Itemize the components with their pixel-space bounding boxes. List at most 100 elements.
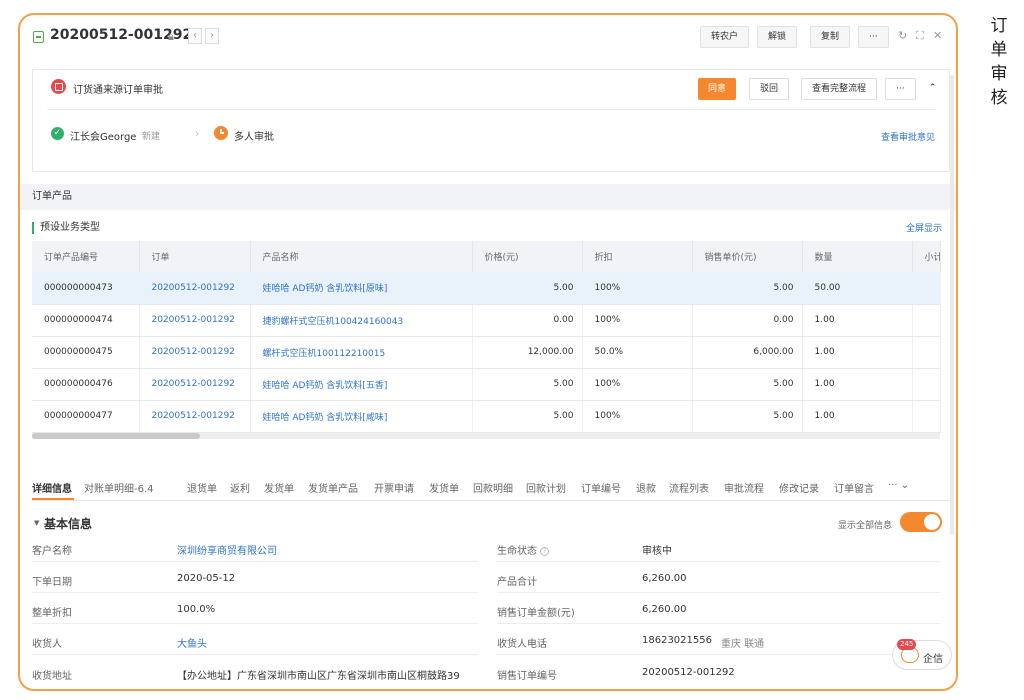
cell-product-link[interactable]: 螺杆式空压机100112210015 [250, 336, 473, 369]
detail-tabs: 详细信息 对账单明细-6.4 退货单 返利 发货单 发货单产品 开票申请 发货单… [32, 473, 950, 501]
cell-discount: 100% [582, 400, 693, 433]
view-approval-opinions-link[interactable]: 查看审批意见 [881, 130, 935, 143]
tab-change-log[interactable]: 修改记录 [779, 480, 819, 495]
cell-code: 000000000476 [32, 368, 140, 401]
divider [497, 561, 940, 562]
tab-process-list[interactable]: 流程列表 [669, 480, 709, 495]
agree-button[interactable]: 同意 [698, 78, 737, 100]
cell-product-link[interactable]: 娃哈哈 AD钙奶 含乳饮料[咸味] [250, 400, 473, 433]
cell-order-link[interactable]: 20200512-001292 [139, 400, 251, 433]
cell-order-link[interactable]: 20200512-001292 [139, 336, 251, 369]
tab-order-message[interactable]: 订单留言 [834, 480, 874, 495]
cell-product-link[interactable]: 娃哈哈 AD钙奶 含乳饮料[五香] [250, 368, 473, 401]
caret-down-icon[interactable]: ▼ [34, 519, 39, 527]
reject-button[interactable]: 驳回 [749, 78, 790, 100]
tab-payment-plan[interactable]: 回款计划 [526, 480, 566, 495]
cell-price: 0.00 [472, 304, 583, 337]
field-label: 产品合计 [497, 577, 537, 588]
expand-icon[interactable]: ⛶ [916, 29, 924, 43]
tab-shipment[interactable]: 发货单 [264, 480, 294, 495]
help-icon[interactable]: ? [540, 546, 549, 556]
scrollbar-thumb[interactable] [32, 433, 200, 439]
tab-shipment-products[interactable]: 发货单产品 [308, 480, 358, 495]
cell-unit-price: 5.00 [692, 272, 803, 305]
cell-subtotal [912, 368, 941, 401]
tab-invoice-request[interactable]: 开票申请 [374, 480, 414, 495]
order-amount-value: 6,260.00 [642, 604, 687, 615]
show-all-toggle[interactable] [900, 512, 942, 532]
basic-info-title: 基本信息 [44, 517, 93, 531]
field-label: 整单折扣 [32, 608, 72, 619]
customer-name-link[interactable]: 深圳纷享商贸有限公司 [177, 542, 277, 557]
table-row[interactable]: 000000000474 20200512-001292 捷豹螺杆式空压机100… [32, 304, 941, 337]
tab-shipment-2[interactable]: 发货单 [429, 480, 459, 495]
tabs-more-dropdown[interactable]: ··· ⌄ [888, 480, 909, 491]
enterprise-chat-button[interactable]: 245 企信 [892, 639, 952, 670]
column-header[interactable]: 折扣 [582, 241, 693, 272]
recipient-link[interactable]: 大鱼头 [177, 635, 207, 650]
cell-code: 000000000477 [32, 400, 140, 433]
transfer-button[interactable]: 转农户 [700, 26, 750, 48]
step-status: 新建 [142, 132, 161, 142]
column-header[interactable]: 订单产品编号 [32, 241, 140, 272]
copy-button[interactable]: 复制 [810, 26, 851, 48]
column-header[interactable]: 小计 [912, 241, 941, 272]
tab-order-number[interactable]: 订单编号 [581, 480, 621, 495]
tab-returns[interactable]: 退货单 [187, 480, 217, 495]
table-row[interactable]: 000000000477 20200512-001292 娃哈哈 AD钙奶 含乳… [32, 400, 941, 433]
cell-product-link[interactable]: 捷豹螺杆式空压机100424160043 [250, 304, 473, 337]
cell-order-link[interactable]: 20200512-001292 [139, 304, 251, 337]
more-button[interactable]: ··· [858, 26, 889, 48]
product-total-value: 6,260.00 [642, 573, 687, 584]
cell-order-link[interactable]: 20200512-001292 [139, 272, 251, 305]
chevron-right-icon: › [195, 127, 200, 140]
cell-order-link[interactable]: 20200512-001292 [139, 368, 251, 401]
cell-discount: 100% [582, 368, 693, 401]
tab-rebate[interactable]: 返利 [230, 480, 250, 495]
cell-subtotal [912, 272, 941, 305]
divider [32, 592, 478, 593]
lifecycle-label: 生命状态 [497, 546, 537, 557]
field-label: 客户名称 [32, 546, 72, 557]
divider [32, 561, 478, 562]
approval-more-button[interactable]: ··· [885, 78, 916, 100]
cell-qty: 1.00 [802, 304, 913, 337]
step-approver: 江长会George [70, 132, 137, 143]
cell-price: 5.00 [472, 400, 583, 433]
phone-value: 18623021556 [642, 635, 712, 646]
table-row[interactable]: 000000000475 20200512-001292 螺杆式空压机10011… [32, 336, 941, 369]
address-value: 【办公地址】广东省深圳市南山区广东省深圳市南山区桐鼓路39 [177, 671, 460, 682]
unlock-button[interactable]: 解锁 [757, 26, 798, 48]
next-record-button[interactable]: › [205, 28, 219, 44]
cell-unit-price: 5.00 [692, 368, 803, 401]
column-header[interactable]: 销售单价(元) [692, 241, 803, 272]
view-full-flow-button[interactable]: 查看完整流程 [801, 78, 878, 100]
vertical-scrollbar[interactable] [950, 75, 954, 535]
tab-refund[interactable]: 退款 [636, 480, 656, 495]
fullscreen-link[interactable]: 全屏显示 [906, 221, 942, 234]
prev-record-button[interactable]: ‹ [188, 28, 202, 44]
table-header-row: 订单产品编号 订单 产品名称 价格(元) 折扣 销售单价(元) 数量 小计 [32, 241, 941, 272]
table-row[interactable]: 000000000473 20200512-001292 娃哈哈 AD钙奶 含乳… [32, 272, 941, 305]
order-icon [33, 31, 44, 43]
column-header[interactable]: 数量 [802, 241, 913, 272]
tab-approval-flow[interactable]: 审批流程 [724, 480, 764, 495]
column-header[interactable]: 订单 [139, 241, 251, 272]
tab-details[interactable]: 详细信息 [32, 480, 72, 495]
table-row[interactable]: 000000000476 20200512-001292 娃哈哈 AD钙奶 含乳… [32, 368, 941, 401]
refresh-icon[interactable]: ↻ [898, 29, 907, 42]
column-header[interactable]: 价格(元) [472, 241, 583, 272]
tab-statement-detail[interactable]: 对账单明细-6.4 [84, 480, 154, 495]
cell-discount: 50.0% [582, 336, 693, 369]
field-label: 收货人电话 [497, 639, 547, 650]
lock-icon[interactable]: 🔒︎ [168, 30, 174, 44]
tab-payment-detail[interactable]: 回款明细 [473, 480, 513, 495]
collapse-icon[interactable]: ⌃ [919, 78, 947, 100]
divider [497, 623, 940, 624]
products-section-header: 订单产品 [20, 184, 956, 210]
close-icon[interactable]: ✕ [933, 29, 942, 42]
cell-discount: 100% [582, 272, 693, 305]
column-header[interactable]: 产品名称 [250, 241, 473, 272]
cell-product-link[interactable]: 娃哈哈 AD钙奶 含乳饮料[原味] [250, 272, 473, 305]
cell-price: 5.00 [472, 368, 583, 401]
